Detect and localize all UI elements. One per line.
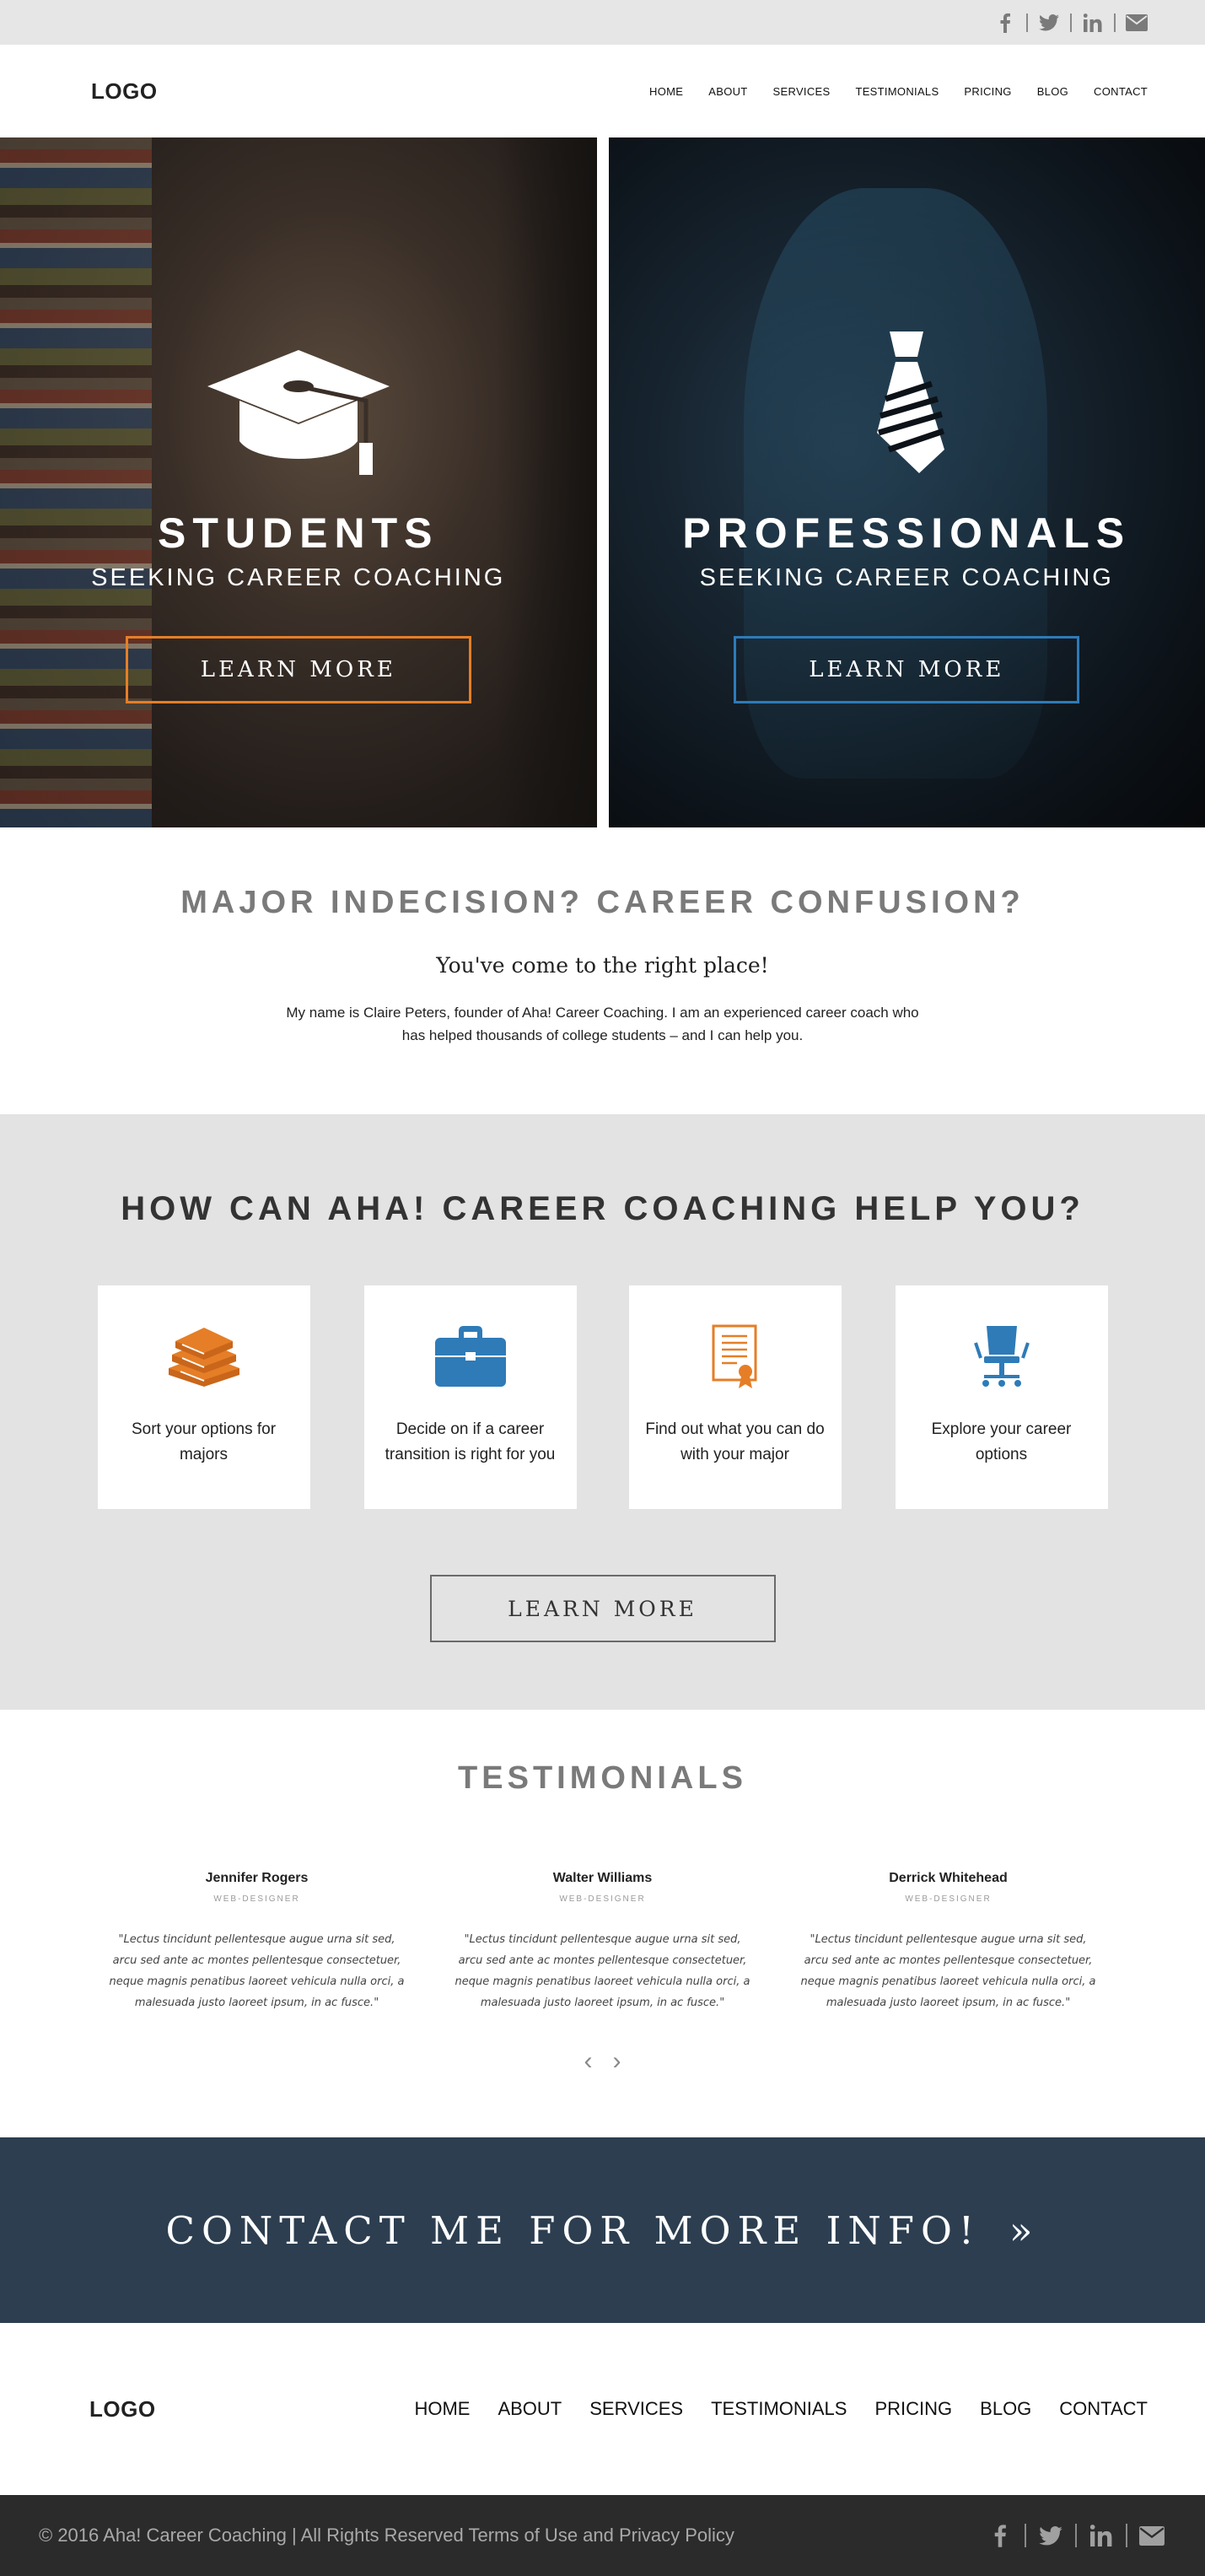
help-card-majors[interactable]: Sort your options for majors (97, 1285, 310, 1509)
nav-testimonials[interactable]: TESTIMONIALS (855, 85, 939, 98)
footer-social-links (987, 2523, 1165, 2548)
top-bar (0, 0, 1205, 45)
testimonial-role: WEB-DESIGNER (905, 1894, 992, 1904)
help-card-text: Explore your career options (931, 1420, 1072, 1463)
students-subtitle: SEEKING CAREER COACHING (91, 564, 506, 591)
linkedin-icon[interactable] (1089, 2523, 1114, 2548)
divider (1025, 2524, 1026, 2547)
footer-nav: HOME ABOUT SERVICES TESTIMONIALS PRICING… (414, 2398, 1148, 2420)
help-learn-more-button[interactable]: LEARN MORE (429, 1575, 776, 1642)
help-card-text: Decide on if a career transition is righ… (385, 1420, 556, 1463)
contact-banner: CONTACT ME FOR MORE INFO! » (0, 2137, 1205, 2323)
divider (1070, 13, 1072, 32)
divider (1126, 2524, 1127, 2547)
professionals-content: PROFESSIONALS SEEKING CAREER COACHING LE… (682, 331, 1132, 703)
nav-home[interactable]: HOME (649, 85, 683, 98)
double-chevron-right-icon: » (1009, 2207, 1040, 2253)
email-icon[interactable] (1139, 2523, 1165, 2548)
professionals-title: PROFESSIONALS (682, 509, 1132, 557)
testimonial-name: Derrick Whitehead (889, 1871, 1008, 1885)
professionals-panel: PROFESSIONALS SEEKING CAREER COACHING LE… (608, 137, 1205, 827)
testimonial-role: WEB-DESIGNER (559, 1894, 646, 1904)
help-card-explore[interactable]: Explore your career options (895, 1285, 1108, 1509)
testimonials-list: Jennifer Rogers WEB-DESIGNER "Lectus tin… (0, 1871, 1205, 2013)
intro-body: My name is Claire Peters, founder of Aha… (286, 1005, 919, 1043)
testimonials-section: TESTIMONIALS Jennifer Rogers WEB-DESIGNE… (0, 1710, 1205, 2137)
linkedin-icon[interactable] (1082, 12, 1104, 34)
students-panel: STUDENTS SEEKING CAREER COACHING LEARN M… (0, 137, 597, 827)
footer-nav-about[interactable]: ABOUT (498, 2398, 562, 2420)
social-links (994, 12, 1148, 34)
testimonial-item: Derrick Whitehead WEB-DESIGNER "Lectus t… (801, 1871, 1096, 2013)
students-learn-more-button[interactable]: LEARN MORE (125, 636, 471, 703)
site-header: LOGO HOME ABOUT SERVICES TESTIMONIALS PR… (0, 45, 1205, 137)
bottom-bar: © 2016 Aha! Career Coaching | All Rights… (0, 2495, 1205, 2576)
contact-link[interactable]: CONTACT ME FOR MORE INFO! » (166, 2208, 1040, 2253)
site-footer: LOGO HOME ABOUT SERVICES TESTIMONIALS PR… (0, 2323, 1205, 2495)
testimonial-role: WEB-DESIGNER (213, 1894, 300, 1904)
necktie-icon (860, 331, 953, 475)
contact-label: CONTACT ME FOR MORE INFO! (165, 2207, 981, 2253)
help-cards: Sort your options for majors Decide on i… (0, 1285, 1205, 1509)
office-chair-icon (972, 1324, 1031, 1388)
copyright-text: © 2016 Aha! Career Coaching | All Rights… (39, 2525, 734, 2546)
main-nav: HOME ABOUT SERVICES TESTIMONIALS PRICING… (649, 85, 1148, 98)
intro-heading: MAJOR INDECISION? CAREER CONFUSION? (180, 885, 1025, 920)
footer-nav-contact[interactable]: CONTACT (1059, 2398, 1148, 2420)
help-heading: HOW CAN AHA! CAREER COACHING HELP YOU? (121, 1190, 1084, 1227)
certificate-icon (712, 1324, 759, 1388)
testimonial-item: Walter Williams WEB-DESIGNER "Lectus tin… (455, 1871, 750, 2013)
nav-contact[interactable]: CONTACT (1094, 85, 1148, 98)
testimonial-name: Jennifer Rogers (205, 1871, 309, 1885)
facebook-icon[interactable] (994, 12, 1016, 34)
nav-blog[interactable]: BLOG (1037, 85, 1068, 98)
divider (1114, 13, 1116, 32)
logo[interactable]: LOGO (91, 78, 158, 105)
testimonial-quote: "Lectus tincidunt pellentesque augue urn… (800, 1933, 1096, 2009)
students-title: STUDENTS (158, 509, 439, 557)
testimonial-item: Jennifer Rogers WEB-DESIGNER "Lectus tin… (110, 1871, 405, 2013)
footer-nav-services[interactable]: SERVICES (589, 2398, 683, 2420)
help-card-transition[interactable]: Decide on if a career transition is righ… (363, 1285, 577, 1509)
testimonial-carousel-controls: ‹ › (0, 2047, 1205, 2076)
footer-nav-home[interactable]: HOME (414, 2398, 470, 2420)
hero: STUDENTS SEEKING CAREER COACHING LEARN M… (0, 137, 1205, 827)
professionals-subtitle: SEEKING CAREER COACHING (699, 564, 1114, 591)
divider (1075, 2524, 1077, 2547)
nav-about[interactable]: ABOUT (708, 85, 747, 98)
testimonial-name: Walter Williams (552, 1871, 653, 1885)
footer-nav-blog[interactable]: BLOG (980, 2398, 1031, 2420)
footer-nav-testimonials[interactable]: TESTIMONIALS (711, 2398, 847, 2420)
intro-lead: You've come to the right place! (436, 953, 769, 978)
email-icon[interactable] (1126, 12, 1148, 34)
briefcase-icon (434, 1324, 506, 1388)
professionals-learn-more-button[interactable]: LEARN MORE (734, 636, 1080, 703)
footer-logo[interactable]: LOGO (89, 2396, 156, 2422)
footer-nav-pricing[interactable]: PRICING (874, 2398, 952, 2420)
help-card-text: Sort your options for majors (131, 1420, 277, 1463)
nav-pricing[interactable]: PRICING (964, 85, 1011, 98)
testimonial-quote: "Lectus tincidunt pellentesque augue urn… (455, 1933, 750, 2009)
divider (1026, 13, 1028, 32)
graduation-cap-icon (206, 348, 391, 475)
testimonials-heading: TESTIMONIALS (458, 1760, 747, 1796)
twitter-icon[interactable] (1038, 12, 1060, 34)
chevron-left-icon[interactable]: ‹ (584, 2047, 593, 2076)
intro-section: MAJOR INDECISION? CAREER CONFUSION? You'… (0, 827, 1205, 1114)
help-section: HOW CAN AHA! CAREER COACHING HELP YOU? S… (0, 1114, 1205, 1710)
testimonial-quote: "Lectus tincidunt pellentesque augue urn… (109, 1933, 405, 2009)
help-card-major-options[interactable]: Find out what you can do with your major (628, 1285, 842, 1509)
chevron-right-icon[interactable]: › (613, 2047, 621, 2076)
help-card-text: Find out what you can do with your major (645, 1420, 825, 1463)
twitter-icon[interactable] (1038, 2523, 1063, 2548)
students-content: STUDENTS SEEKING CAREER COACHING LEARN M… (91, 348, 505, 703)
facebook-icon[interactable] (987, 2523, 1013, 2548)
nav-services[interactable]: SERVICES (773, 85, 831, 98)
books-icon (165, 1324, 243, 1388)
